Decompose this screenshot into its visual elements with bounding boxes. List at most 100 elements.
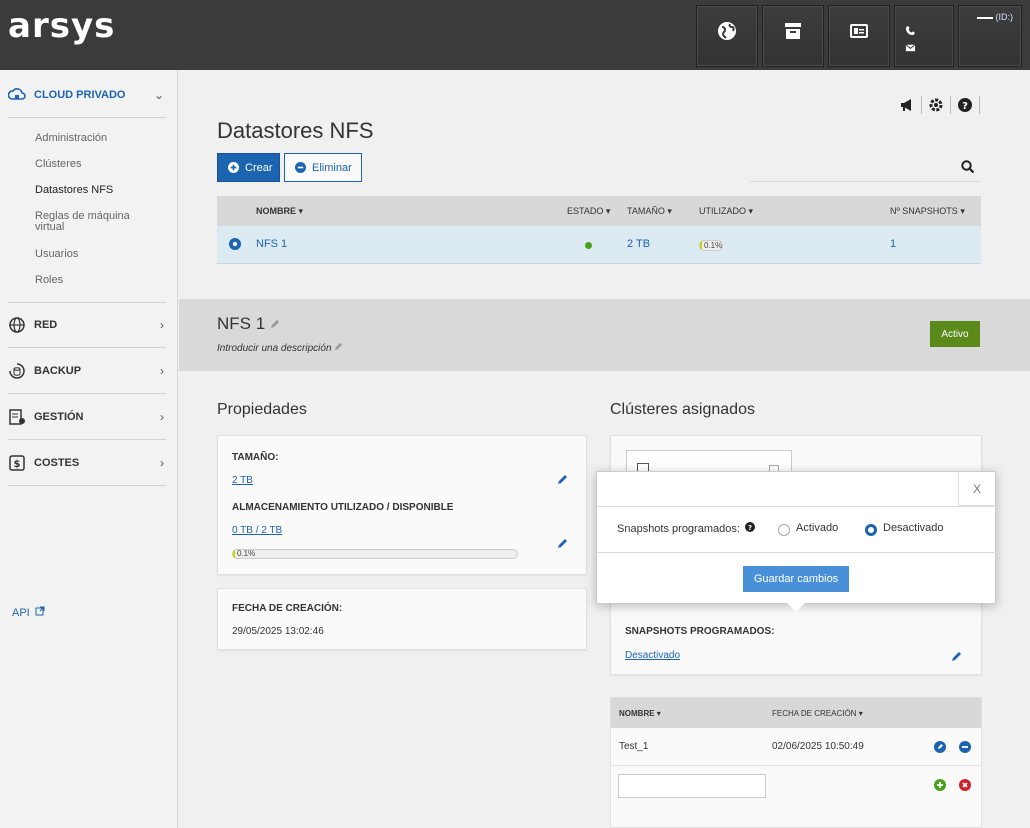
globe-button[interactable] (696, 5, 758, 67)
pencil-icon[interactable] (270, 319, 280, 329)
col-snapshots[interactable]: Nº SNAPSHOTS ▾ (890, 206, 965, 217)
top-bar: arsys (ID:) (0, 0, 1030, 70)
pencil-icon[interactable] (334, 342, 343, 351)
sidebar-item-roles[interactable]: Roles (35, 275, 63, 286)
help-icon[interactable]: ? (744, 522, 755, 532)
col-label: UTILIZADO (699, 206, 747, 216)
detail-header: NFS 1 Introducir una descripción Activo (179, 299, 1030, 371)
user-account-button[interactable]: (ID:) (958, 5, 1022, 67)
chevron-right-icon: › (160, 363, 164, 378)
snapshot-row: Test_1 02/06/2025 10:50:49 (611, 728, 981, 766)
page-tools: ? (893, 96, 980, 114)
plus-circle-icon (228, 162, 239, 173)
management-icon (9, 408, 25, 425)
col-utilizado[interactable]: UTILIZADO ▾ (699, 206, 753, 217)
snapshots-programados-label: SNAPSHOTS PROGRAMADOS: (625, 626, 775, 637)
help-icon[interactable]: ? (957, 97, 973, 113)
sidebar-item-reglas-maquina[interactable]: Reglas de máquina virtual (35, 211, 145, 233)
gear-icon[interactable] (928, 97, 944, 113)
sidebar-section-costes[interactable]: $ COSTES › (8, 440, 166, 486)
api-link-label: API (12, 607, 30, 619)
table-header: NOMBRE ▾ ESTADO ▾ TAMAÑO ▾ UTILIZADO ▾ N… (217, 196, 981, 226)
row-name[interactable]: NFS 1 (256, 238, 287, 250)
main-content: ? Datastores NFS Crear Eliminar NOMBRE ▾… (179, 70, 1030, 828)
sidebar-item-administracion[interactable]: Administración (35, 133, 107, 144)
size-value[interactable]: 2 TB (232, 475, 253, 486)
crear-button[interactable]: Crear (217, 153, 280, 182)
globe-icon (718, 22, 736, 40)
sidebar-section-backup[interactable]: BACKUP › (8, 348, 166, 394)
sidebar-item-datastores-nfs[interactable]: Datastores NFS (35, 185, 113, 196)
edit-snapshots-icon[interactable] (951, 651, 962, 662)
col-label: ESTADO (567, 206, 604, 216)
col-tamano[interactable]: TAMAÑO ▾ (627, 206, 672, 217)
activado-label[interactable]: Activado (796, 522, 838, 534)
col-nombre[interactable]: NOMBRE ▾ (256, 206, 303, 217)
table-row[interactable]: NFS 1 2 TB 0.1% 1 (217, 226, 981, 264)
snapshots-modal: X Snapshots programados: ? Activado Desa… (596, 471, 997, 612)
col-label: NOMBRE (256, 206, 296, 216)
sidebar-item-clusteres[interactable]: Clústeres (35, 159, 81, 170)
store-icon (785, 23, 801, 39)
chevron-right-icon: › (160, 318, 164, 332)
detail-description[interactable]: Introducir una descripción (217, 342, 343, 354)
datastores-table: NOMBRE ▾ ESTADO ▾ TAMAÑO ▾ UTILIZADO ▾ N… (217, 196, 981, 264)
col-snap-fecha[interactable]: FECHA DE CREACIÓN ▾ (772, 709, 863, 718)
snapshots-table: NOMBRE ▾ FECHA DE CREACIÓN ▾ Test_1 02/0… (610, 697, 982, 828)
external-link-icon (35, 606, 45, 616)
edit-size-icon[interactable] (557, 474, 568, 485)
col-label: NOMBRE (619, 709, 655, 718)
chevron-right-icon: › (160, 409, 164, 424)
usage-bar: 0.1% (699, 240, 724, 251)
col-label: TAMAÑO (627, 206, 665, 216)
sidebar-section-gestion[interactable]: GESTIÓN › (8, 394, 166, 440)
col-estado[interactable]: ESTADO ▾ (567, 206, 610, 217)
search-input[interactable] (749, 154, 949, 180)
sidebar-item-usuarios[interactable]: Usuarios (35, 249, 78, 260)
search-box (749, 154, 981, 182)
storage-bar: 0.1% (232, 549, 518, 559)
snapshots-programados-value[interactable]: Desactivado (625, 650, 680, 661)
cancel-snapshot-icon[interactable] (959, 779, 971, 791)
modal-pointer (787, 603, 805, 612)
svg-text:$: $ (14, 459, 21, 470)
svg-text:?: ? (962, 101, 968, 112)
id-card-button[interactable] (828, 5, 890, 67)
row-size: 2 TB (627, 238, 651, 250)
eliminar-button[interactable]: Eliminar (284, 153, 362, 182)
add-snapshot-icon[interactable] (934, 779, 946, 791)
store-button[interactable] (762, 5, 824, 67)
megaphone-icon[interactable] (899, 97, 915, 113)
delete-snapshot-icon[interactable] (959, 741, 971, 753)
sidebar-section-cloud-privado[interactable]: CLOUD PRIVADO ⌄ (8, 72, 166, 118)
modal-close-button[interactable]: X (958, 472, 995, 506)
detail-name: NFS 1 (217, 314, 266, 333)
minus-circle-icon (295, 162, 306, 173)
guardar-cambios-button[interactable]: Guardar cambios (743, 566, 849, 592)
new-snapshot-input[interactable] (618, 774, 766, 798)
desactivado-label[interactable]: Desactivado (883, 522, 944, 534)
snapshot-name: Test_1 (619, 741, 649, 752)
modal-options-row: Snapshots programados: ? Activado Desact… (597, 506, 997, 553)
properties-title: Propiedades (217, 401, 307, 418)
usage-pct: 0.1% (704, 241, 723, 250)
edit-storage-icon[interactable] (557, 538, 568, 549)
status-badge: Activo (930, 321, 980, 347)
sidebar-section-red[interactable]: RED › (8, 302, 166, 348)
detail-title[interactable]: NFS 1 (217, 314, 280, 334)
search-icon[interactable] (961, 160, 975, 174)
sidebar-section-label: COSTES (34, 456, 80, 469)
divider (950, 96, 951, 114)
col-snap-nombre[interactable]: NOMBRE ▾ (619, 709, 661, 718)
desactivado-radio[interactable] (865, 524, 877, 536)
billing-icon: $ (9, 454, 25, 471)
col-label: Nº SNAPSHOTS (890, 206, 958, 216)
activado-radio[interactable] (778, 524, 790, 536)
storage-value[interactable]: 0 TB / 2 TB (232, 525, 282, 536)
api-link[interactable]: API (12, 606, 45, 619)
restore-icon[interactable] (934, 741, 946, 753)
contact-button[interactable] (894, 5, 954, 67)
arsys-logo[interactable]: arsys (8, 6, 115, 46)
storage-label: ALMACENAMIENTO UTILIZADO / DISPONIBLE (232, 502, 454, 513)
row-radio[interactable] (229, 238, 241, 250)
